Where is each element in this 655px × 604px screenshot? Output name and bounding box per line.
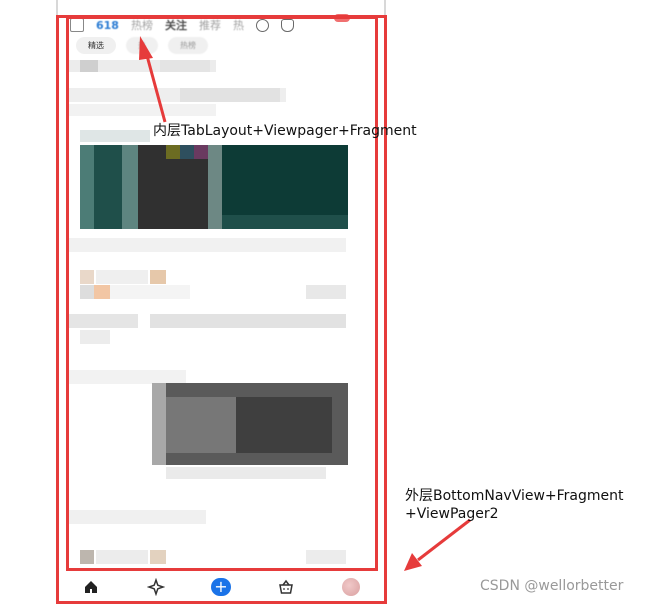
nav-home[interactable]: [81, 577, 101, 597]
nav-profile[interactable]: [341, 577, 361, 597]
avatar: [342, 578, 361, 596]
bottom-navigation: +: [58, 572, 384, 602]
home-icon: [84, 581, 97, 593]
outer-annotation-line1: 外层BottomNavView+Fragment: [405, 488, 624, 504]
watermark: CSDN @wellorbetter: [480, 578, 624, 594]
basket-icon: [279, 579, 294, 594]
outer-arrow: [404, 518, 471, 571]
screenshot-canvas: 618 热榜 关注 推荐 热 精选 热 热榜: [0, 0, 655, 604]
annotation-arrows: [139, 36, 471, 571]
nav-shop[interactable]: [276, 577, 296, 597]
plus-icon: +: [210, 578, 231, 596]
inner-arrow: [139, 36, 167, 123]
sparkle-icon: [146, 578, 165, 596]
inner-annotation: 内层TabLayout+Viewpager+Fragment: [153, 123, 417, 139]
nav-discover[interactable]: [146, 577, 166, 597]
nav-publish[interactable]: +: [210, 577, 231, 597]
outer-annotation-line2: +ViewPager2: [405, 506, 499, 522]
